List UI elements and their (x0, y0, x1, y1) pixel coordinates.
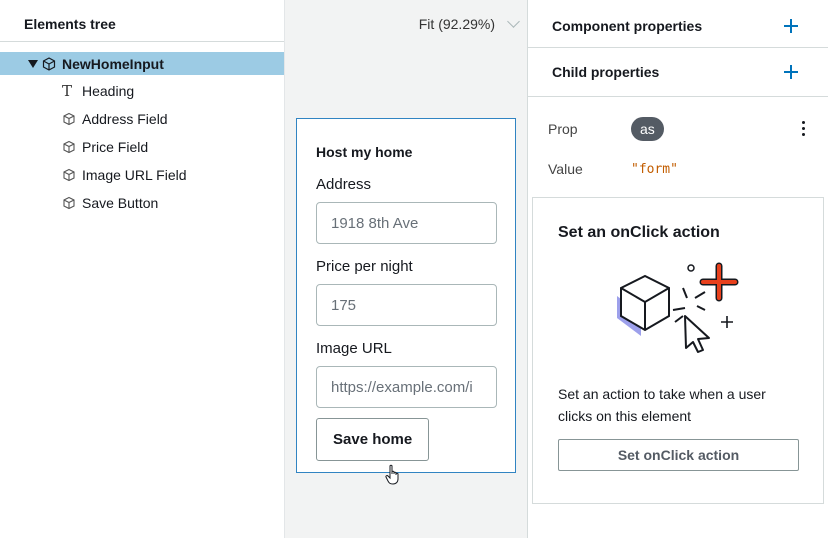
form-preview[interactable]: Host my home Address 1918 8th Ave Price … (296, 118, 516, 473)
tree-item-image-url-field[interactable]: Image URL Field (0, 161, 284, 189)
child-properties-title: Child properties (552, 64, 660, 80)
price-input[interactable]: 175 (316, 284, 497, 326)
tree-item-label: Save Button (82, 195, 159, 211)
text-icon: T (62, 82, 73, 100)
tree-item-label: Address Field (82, 111, 168, 127)
hand-cursor-icon (385, 464, 401, 491)
tree-item-label: Price Field (82, 139, 149, 155)
zoom-label: Fit (92.29%) (418, 16, 495, 32)
value-key-label: Value (548, 161, 583, 177)
cube-icon (62, 196, 76, 210)
properties-panel: Component properties Child properties Pr… (528, 0, 828, 538)
value-row: Value "form" (528, 149, 828, 189)
cube-icon (42, 56, 56, 71)
design-canvas[interactable]: Fit (92.29%) Host my home Address 1918 8… (285, 0, 528, 538)
child-properties-header[interactable]: Child properties (528, 48, 828, 97)
cube-icon (62, 112, 76, 126)
image-url-label: Image URL (316, 340, 392, 357)
add-component-property-icon[interactable] (784, 18, 798, 33)
zoom-dropdown[interactable]: Fit (92.29%) (418, 15, 520, 32)
component-properties-title: Component properties (552, 17, 703, 34)
price-label: Price per night (316, 258, 413, 275)
chevron-down-icon (507, 15, 520, 28)
tree-item-label: NewHomeInput (62, 55, 164, 72)
caret-down-icon[interactable] (28, 59, 38, 68)
tree-item-heading[interactable]: T Heading (0, 77, 284, 105)
cube-click-illustration (605, 258, 798, 363)
more-options-icon[interactable] (802, 121, 805, 136)
value-code[interactable]: "form" (631, 162, 678, 177)
tree-item-price-field[interactable]: Price Field (0, 133, 284, 161)
component-properties-header[interactable]: Component properties (528, 0, 828, 48)
address-input[interactable]: 1918 8th Ave (316, 202, 497, 244)
save-home-button[interactable]: Save home (316, 418, 430, 461)
address-label: Address (316, 176, 372, 193)
prop-key-label: Prop (548, 121, 578, 137)
tree-item-address-field[interactable]: Address Field (0, 105, 284, 133)
prop-row: Prop as (528, 109, 828, 149)
tree-item-newhomeinput[interactable]: NewHomeInput (0, 52, 284, 75)
add-child-property-icon[interactable] (784, 65, 798, 79)
onclick-action-card: Set an onClick action Set an action to t… (532, 197, 824, 504)
elements-tree-title: Elements tree (0, 0, 284, 42)
prop-value-badge[interactable]: as (631, 117, 664, 141)
onclick-action-description: Set an action to take when a user clicks… (558, 386, 766, 424)
set-onclick-action-button[interactable]: Set onClick action (558, 439, 799, 471)
form-heading: Host my home (316, 144, 413, 160)
elements-tree-list: NewHomeInput T Heading Address Field Pri… (0, 42, 284, 217)
onclick-action-title: Set an onClick action (558, 224, 720, 241)
cube-icon (62, 168, 76, 182)
elements-tree-panel: Elements tree NewHomeInput T Heading Add… (0, 0, 285, 538)
image-url-input[interactable]: https://example.com/i (316, 366, 497, 408)
tree-item-label: Heading (82, 83, 135, 99)
tree-item-label: Image URL Field (82, 167, 187, 183)
cube-icon (62, 140, 76, 154)
tree-item-save-button[interactable]: Save Button (0, 189, 284, 217)
